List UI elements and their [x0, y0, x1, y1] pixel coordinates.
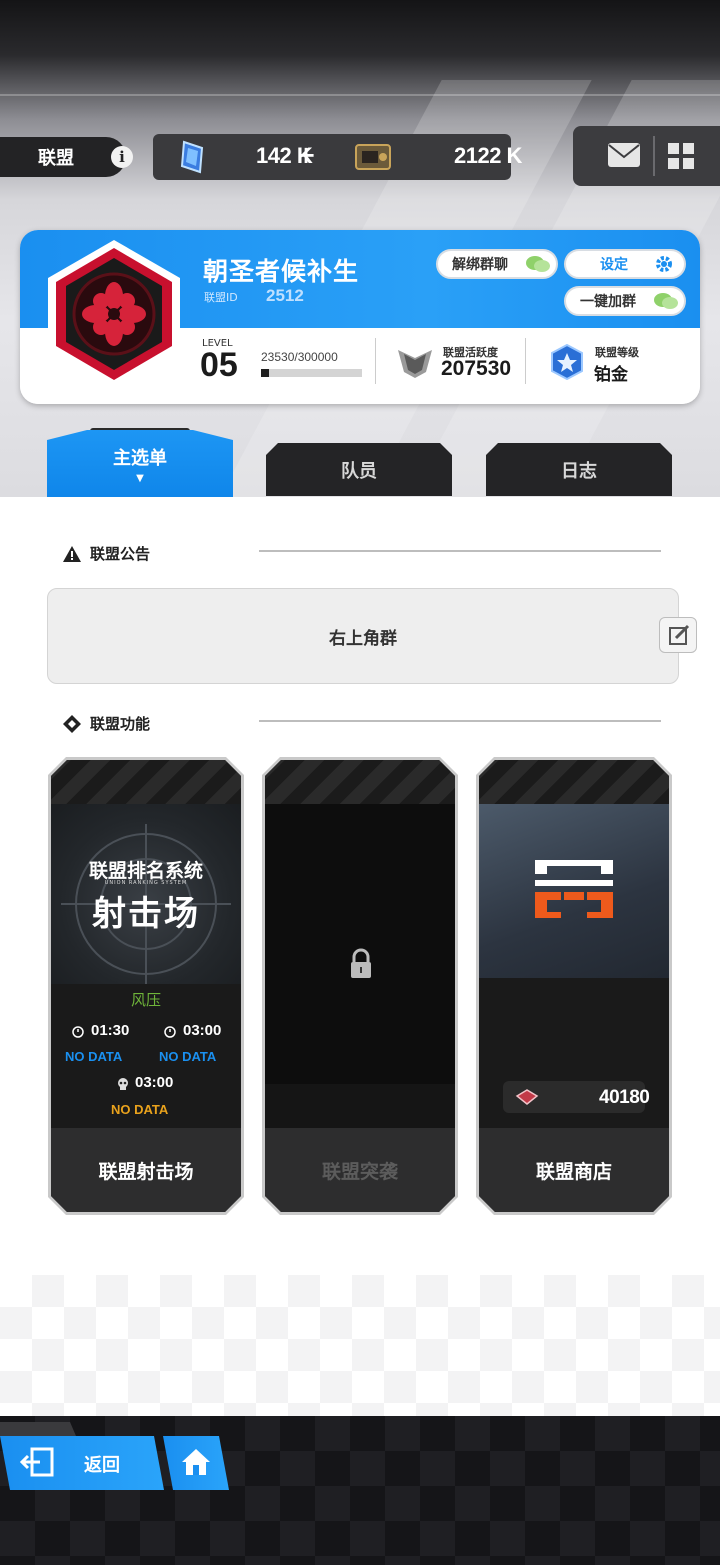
top-right-button-group	[573, 126, 720, 186]
diamond-icon	[63, 714, 81, 733]
section-divider	[259, 720, 661, 722]
tab-main-menu[interactable]: 主选单 ▼	[47, 430, 233, 497]
announcement-title: 联盟公告	[90, 545, 151, 563]
timer-1: 01:30	[91, 1022, 130, 1039]
settings-label: 设定	[600, 257, 628, 273]
timer-2: 03:00	[183, 1022, 222, 1039]
hazard-stripe	[265, 760, 455, 804]
edit-announcement-button[interactable]	[659, 617, 697, 653]
unbind-label: 解绑群聊	[452, 257, 508, 273]
mail-icon[interactable]	[607, 142, 641, 168]
back-label: 返回	[84, 1455, 120, 1476]
skull-icon	[118, 1078, 128, 1090]
card-label: 联盟商店	[479, 1128, 669, 1212]
divider	[653, 136, 655, 176]
union-title-tab: 联盟	[0, 137, 126, 177]
alarm-clock-icon	[72, 1026, 84, 1038]
ranking-system-title: 联盟排名系统	[88, 860, 203, 882]
card-body: 联盟排名系统 UNION RANKING SYSTEM 射击场 风压 01:30…	[51, 760, 241, 1212]
activity-value: 207530	[441, 357, 512, 380]
union-id: 2512	[266, 286, 304, 305]
union-id-label: 联盟ID	[204, 291, 238, 304]
bottom-decor-tab	[0, 1422, 76, 1436]
announcement-text: 右上角群	[329, 628, 397, 649]
shooting-range-card[interactable]: 联盟排名系统 UNION RANKING SYSTEM 射击场 风压 01:30…	[48, 757, 244, 1215]
activity-emblem-icon	[398, 350, 432, 378]
union-raid-card[interactable]: 联盟突袭	[262, 757, 458, 1215]
features-title: 联盟功能	[90, 715, 151, 733]
timer-3: 03:00	[135, 1074, 174, 1091]
wechat-icon	[526, 256, 550, 272]
exp-progress-bar	[261, 369, 362, 377]
union-emblem-icon	[48, 240, 180, 388]
status-no-data: NO DATA	[159, 1049, 217, 1064]
divider	[375, 338, 376, 384]
features-header: 联盟功能	[62, 713, 150, 734]
edit-icon	[669, 624, 690, 645]
footer-background	[0, 1275, 720, 1416]
section-divider	[259, 550, 661, 552]
card-label: 联盟射击场	[51, 1128, 241, 1212]
union-shop-card[interactable]: 40180 联盟商店	[476, 757, 672, 1215]
shop-logo-icon	[535, 860, 613, 918]
tab-arrow-icon: ▼	[136, 472, 144, 484]
union-shop-label: 联盟商店	[535, 1160, 612, 1183]
ticket-icon	[355, 144, 391, 170]
rank-label: 联盟等级	[595, 346, 639, 359]
ticket-count: 2122 K	[454, 143, 522, 168]
alarm-clock-icon	[164, 1026, 176, 1038]
level-value: 05	[200, 346, 238, 384]
status-no-data: NO DATA	[65, 1049, 123, 1064]
rank-value: 铂金	[594, 365, 628, 385]
shop-coin-icon	[515, 1089, 539, 1105]
crystal-icon	[180, 140, 204, 174]
hazard-stripe	[479, 760, 669, 804]
shooting-range-art-title: 射击场	[92, 894, 200, 934]
bg-decor-line	[0, 94, 720, 96]
info-icon[interactable]: i	[111, 146, 133, 168]
announcement-box: 右上角群	[47, 588, 679, 684]
exp-progress-fill	[261, 369, 269, 377]
divider	[525, 338, 526, 384]
gear-icon	[656, 256, 672, 272]
locked-footer	[265, 1084, 455, 1128]
wechat-icon	[654, 293, 678, 309]
tab-label: 队员	[341, 460, 377, 482]
lock-icon	[351, 948, 371, 978]
shop-currency-value: 40180	[599, 1087, 650, 1108]
tab-label: 主选单	[113, 447, 167, 469]
shooting-range-label: 联盟射击场	[98, 1160, 194, 1183]
union-name: 朝圣者候补生	[203, 257, 360, 286]
menu-grid-icon[interactable]	[668, 143, 694, 169]
locked-art	[265, 804, 455, 1084]
tab-members[interactable]: 队员	[266, 443, 452, 496]
tab-log[interactable]: 日志	[486, 443, 672, 496]
platinum-rank-icon	[551, 344, 583, 380]
announcement-header: 联盟公告	[62, 543, 150, 564]
union-title: 联盟	[38, 148, 74, 169]
exp-text: 23530/300000	[261, 350, 338, 364]
status-no-data: NO DATA	[111, 1102, 169, 1117]
card-body: 40180 联盟商店	[479, 760, 669, 1212]
add-gem-button[interactable]: +	[296, 141, 316, 169]
back-exit-icon	[20, 1447, 54, 1477]
join-group-label: 一键加群	[580, 294, 636, 310]
wind-pressure-label: 风压	[130, 991, 161, 1009]
union-raid-label: 联盟突袭	[321, 1160, 398, 1183]
card-body: 联盟突袭	[265, 760, 455, 1212]
card-label: 联盟突袭	[265, 1128, 455, 1212]
tab-label: 日志	[561, 460, 597, 482]
home-icon	[182, 1449, 210, 1475]
warning-icon	[63, 545, 81, 562]
hazard-stripe	[51, 760, 241, 804]
